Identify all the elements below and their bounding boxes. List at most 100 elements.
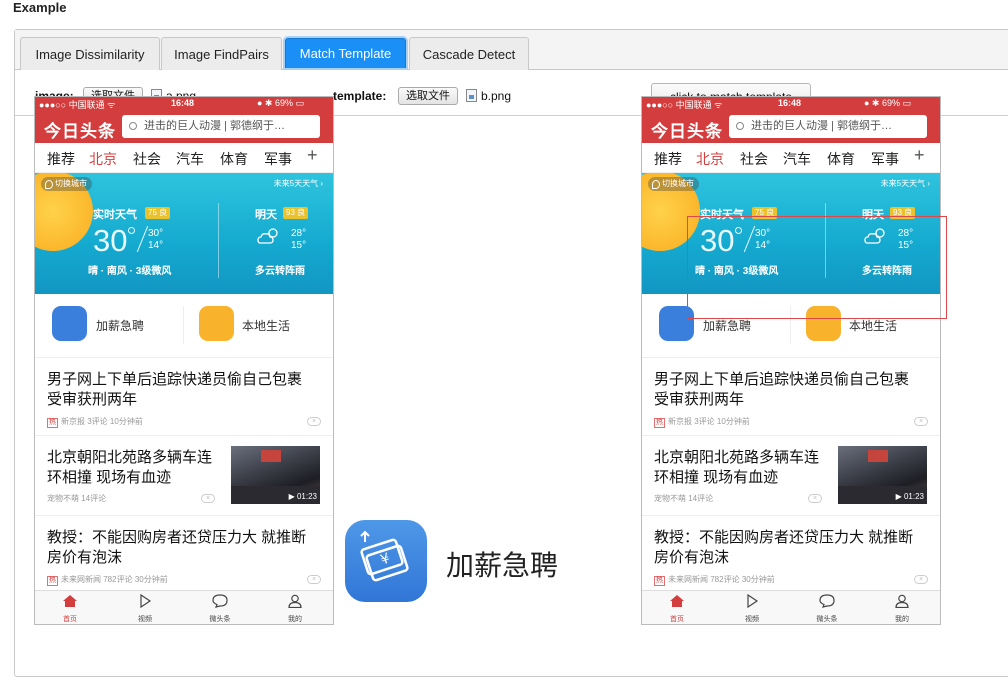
- temp-high: 30°: [148, 228, 164, 239]
- home-icon: [670, 595, 684, 607]
- page-heading: Example: [13, 0, 67, 15]
- forecast-link: 未来5天天气 ›: [273, 179, 323, 188]
- search-icon: [736, 122, 744, 130]
- news-thumbnail: ▶ 01:23: [231, 446, 320, 504]
- service-label: 本地生活: [849, 319, 898, 333]
- tab-image-findpairs[interactable]: Image FindPairs: [161, 37, 282, 70]
- plus-icon: +: [914, 145, 925, 165]
- dismiss-icon: ×: [201, 494, 215, 503]
- wind-text: 晴 · 南风 · 3级微风: [88, 266, 172, 277]
- carrier-text: ●●●○○ 中国联通 ᯤ: [39, 100, 116, 110]
- tab-cascade-detect[interactable]: Cascade Detect: [409, 37, 529, 70]
- app-header: 今日头条 进击的巨人动漫 | 郭德纲于…: [642, 111, 940, 143]
- salary-job-icon: ¥: [345, 520, 427, 602]
- app-logo: 今日头条: [651, 122, 723, 141]
- salary-job-icon: [52, 306, 87, 341]
- tab-match-template[interactable]: Match Template: [285, 38, 406, 68]
- tomorrow-desc: 多云转阵雨: [255, 266, 305, 277]
- chat-bubble-icon: [212, 594, 228, 608]
- news-item: 教授：不能因购房者还贷压力大 就推断 房价有泡沫 热未来网新闻 782评论 30分…: [35, 516, 333, 592]
- category-bar: 推荐 北京 社会 汽车 体育 军事 +: [642, 143, 940, 173]
- tomorrow-high: 28°: [291, 228, 307, 239]
- person-icon: [895, 594, 909, 609]
- news-title: 男子网上下单后追踪快递员偷自己包裹 受审获刑两年: [654, 371, 910, 408]
- partly-cloudy-icon: [257, 228, 278, 244]
- news-title: 北京朝阳北苑路多辆车连 环相撞 现场有血迹: [654, 449, 820, 486]
- forecast-link: 未来5天天气 ›: [880, 179, 930, 188]
- template-label: 加薪急聘: [446, 550, 559, 581]
- tab-bar: Image Dissimilarity Image FindPairs Matc…: [15, 30, 1008, 70]
- category-item: 推荐: [654, 151, 682, 167]
- tomorrow-aqi-badge: 93 良: [283, 207, 309, 219]
- category-item: 汽车: [176, 151, 204, 167]
- app-header: 今日头条 进击的巨人动漫 | 郭德纲于…: [35, 111, 333, 143]
- bottom-tab-video: 视频: [125, 593, 165, 624]
- aqi-badge: 75 良: [145, 207, 171, 219]
- plus-icon: +: [307, 145, 318, 165]
- play-icon: [140, 593, 152, 609]
- news-meta: 宠物不萌 14评论: [47, 494, 107, 503]
- search-placeholder: 进击的巨人动漫 | 郭德纲于…: [144, 120, 285, 132]
- status-bar: ●●●○○ 中国联通 ᯤ 16:48 ● ✱ 69% ▭: [35, 97, 333, 111]
- temp-divider: [136, 225, 149, 253]
- category-item: 社会: [133, 151, 161, 167]
- tab-image-dissimilarity[interactable]: Image Dissimilarity: [20, 37, 160, 70]
- weather-card: 切换城市 未来5天天气 › 实时天气 75 良 30 30° 14° 晴 · 南…: [35, 173, 333, 294]
- service-row: 加薪急聘 本地生活: [35, 294, 333, 358]
- bottom-tab-home: 首页: [657, 594, 697, 624]
- news-item: 北京朝阳北苑路多辆车连 环相撞 现场有血迹 宠物不萌 14评论 × ▶ 01:23: [35, 436, 333, 516]
- template-file-button[interactable]: 选取文件: [398, 87, 458, 105]
- bottom-tab-mine: 我的: [882, 594, 922, 624]
- news-thumbnail: ▶ 01:23: [838, 446, 927, 504]
- svg-text:¥: ¥: [379, 551, 393, 569]
- bottom-tab-video: 视频: [732, 593, 772, 624]
- result-image: ●●●○○ 中国联通 ᯤ 16:48 ● ✱ 69% ▭ 今日头条 进击的巨人动…: [641, 96, 941, 625]
- temp-low: 14°: [148, 240, 164, 251]
- app-logo: 今日头条: [44, 122, 116, 141]
- dismiss-icon: ×: [307, 575, 321, 584]
- category-item: 军事: [871, 151, 899, 167]
- local-life-icon: [199, 306, 234, 341]
- template-label: template:: [333, 89, 387, 103]
- news-meta: 热未来网新闻 782评论 30分钟前: [47, 575, 168, 586]
- search-placeholder: 进击的巨人动漫 | 郭德纲于…: [751, 120, 892, 132]
- category-item: 军事: [264, 151, 292, 167]
- bottom-tab-bar: 首页 视频 微头条 我的: [642, 590, 940, 624]
- dismiss-icon: ×: [914, 575, 928, 584]
- template-image: ¥ 加薪急聘: [345, 520, 585, 604]
- person-icon: [288, 594, 302, 609]
- news-item: 男子网上下单后追踪快递员偷自己包裹 受审获刑两年 热新京报 3评论 10分钟前 ×: [35, 358, 333, 436]
- status-time: 16:48: [171, 98, 195, 108]
- service-label: 加薪急聘: [703, 319, 752, 333]
- search-icon: [129, 122, 137, 130]
- play-icon: [747, 593, 759, 609]
- news-item: 北京朝阳北苑路多辆车连 环相撞 现场有血迹 宠物不萌 14评论 × ▶ 01:23: [642, 436, 940, 516]
- source-image: ●●●○○ 中国联通 ᯤ 16:48 ● ✱ 69% ▭ 今日头条 进击的巨人动…: [34, 96, 334, 625]
- tomorrow-low: 15°: [291, 240, 307, 251]
- bottom-tab-mine: 我的: [275, 594, 315, 624]
- realtime-weather-label: 实时天气: [93, 209, 137, 221]
- template-file-name: b.png: [481, 89, 512, 103]
- battery-text: ● ✱ 69% ▭: [257, 98, 304, 108]
- news-title: 北京朝阳北苑路多辆车连 环相撞 现场有血迹: [47, 449, 213, 486]
- switch-city: 切换城市: [648, 177, 699, 191]
- category-item: 汽车: [783, 151, 811, 167]
- status-bar: ●●●○○ 中国联通 ᯤ 16:48 ● ✱ 69% ▭: [642, 97, 940, 111]
- dismiss-icon: ×: [808, 494, 822, 503]
- chat-bubble-icon: [819, 594, 835, 608]
- search-box: 进击的巨人动漫 | 郭德纲于…: [122, 115, 320, 138]
- news-meta: 热新京报 3评论 10分钟前: [47, 417, 143, 428]
- carrier-text: ●●●○○ 中国联通 ᯤ: [646, 100, 723, 110]
- tomorrow-label: 明天: [255, 209, 277, 221]
- search-box: 进击的巨人动漫 | 郭德纲于…: [729, 115, 927, 138]
- battery-text: ● ✱ 69% ▭: [864, 98, 911, 108]
- match-result-rectangle: [687, 216, 947, 319]
- home-icon: [63, 595, 77, 607]
- category-item: 推荐: [47, 151, 75, 167]
- dismiss-icon: ×: [914, 417, 928, 426]
- video-duration: ▶ 01:23: [288, 492, 317, 501]
- service-label: 加薪急聘: [96, 319, 145, 333]
- category-bar: 推荐 北京 社会 汽车 体育 军事 +: [35, 143, 333, 173]
- category-item: 体育: [827, 151, 855, 167]
- service-divider: [183, 306, 184, 344]
